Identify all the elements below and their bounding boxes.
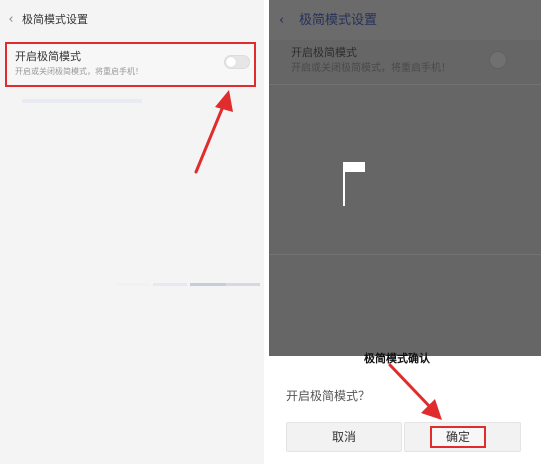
- page-title: 极简模式设置: [299, 13, 378, 28]
- left-header: ‹ 极简模式设置: [0, 0, 264, 40]
- right-header: ‹ 极简模式设置: [269, 0, 541, 40]
- left-screen: ‹ 极简模式设置 开启极简模式 开启或关闭极简模式，将重启手机！: [0, 0, 264, 464]
- setting-row-simple-mode[interactable]: 开启极简模式 开启或关闭极简模式，将重启手机！: [5, 42, 256, 87]
- divider: [269, 84, 541, 85]
- confirm-button-label: 确定: [430, 426, 486, 448]
- faded-strip: [116, 283, 150, 286]
- setting-subtitle: 开启或关闭极简模式，将重启手机！: [291, 63, 451, 74]
- setting-title: 开启极简模式: [15, 50, 81, 63]
- faded-strip: [153, 283, 187, 286]
- faded-strip: [226, 283, 260, 286]
- simple-mode-toggle[interactable]: [224, 55, 250, 69]
- confirm-button[interactable]: 确定: [404, 422, 521, 452]
- setting-title: 开启极简模式: [291, 46, 357, 59]
- page-title: 极简模式设置: [22, 13, 88, 26]
- cancel-button[interactable]: 取消: [286, 422, 402, 452]
- flag-artifact: [343, 162, 365, 172]
- setting-subtitle: 开启或关闭极简模式，将重启手机！: [15, 67, 143, 76]
- faded-artifact: [22, 99, 142, 103]
- divider: [269, 254, 541, 255]
- toggle-knob: [226, 57, 236, 67]
- simple-mode-toggle: [489, 51, 507, 69]
- right-screen: ‹ 极简模式设置 开启极简模式 开启或关闭极简模式，将重启手机！ 极简模式确认 …: [269, 0, 541, 464]
- back-icon[interactable]: ‹: [5, 12, 17, 28]
- dialog-message: 开启极简模式？: [286, 389, 371, 403]
- back-icon: ‹: [279, 13, 285, 28]
- faded-strip: [190, 283, 226, 286]
- dialog-title: 极简模式确认: [364, 352, 430, 365]
- dim-overlay: 开启极简模式 开启或关闭极简模式，将重启手机！: [269, 40, 541, 356]
